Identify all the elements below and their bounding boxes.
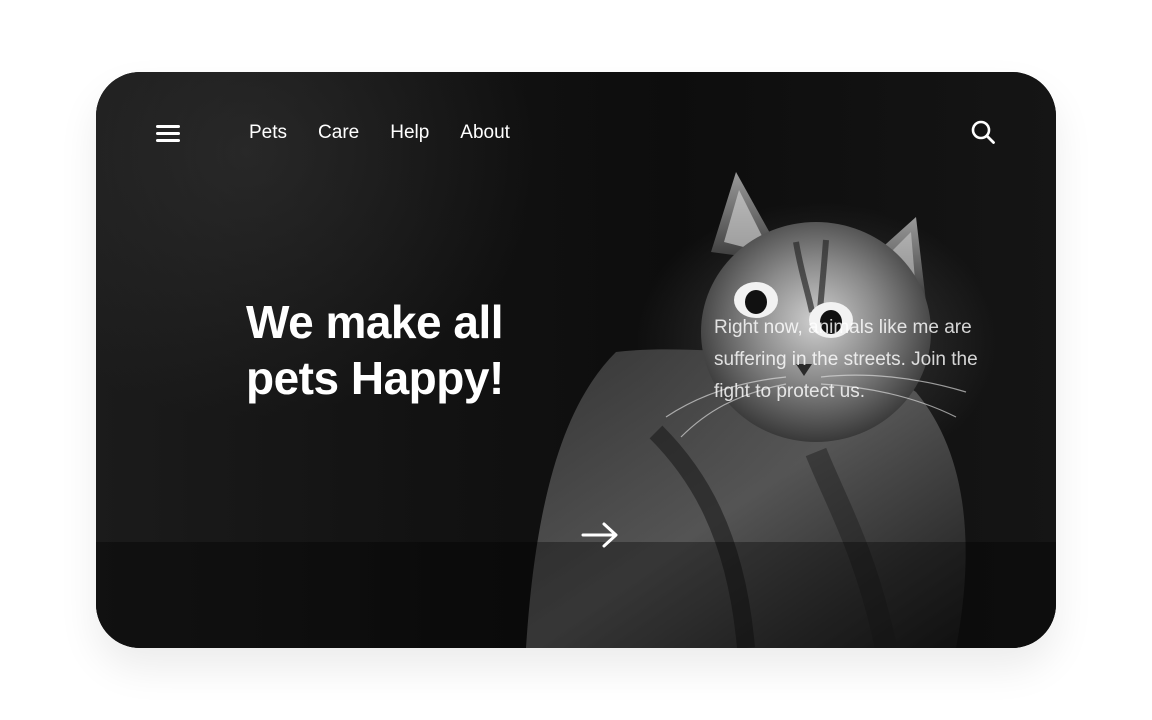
nav-link-about[interactable]: About: [460, 120, 510, 146]
hero-card: Pets Care Help About We make all pets Ha…: [96, 72, 1056, 648]
search-icon[interactable]: [970, 119, 996, 145]
nav-link-help[interactable]: Help: [390, 120, 429, 146]
hero-headline: We make all pets Happy!: [246, 296, 504, 404]
arrow-right-icon[interactable]: [578, 518, 622, 552]
hamburger-menu-icon[interactable]: [154, 122, 182, 144]
nav-links: Pets Care Help About: [249, 120, 541, 146]
nav-link-pets[interactable]: Pets: [249, 120, 287, 146]
hero-description: Right now, animals like me are suffering…: [714, 317, 978, 402]
nav-link-care[interactable]: Care: [318, 120, 359, 146]
top-nav: Pets Care Help About: [96, 72, 1056, 192]
